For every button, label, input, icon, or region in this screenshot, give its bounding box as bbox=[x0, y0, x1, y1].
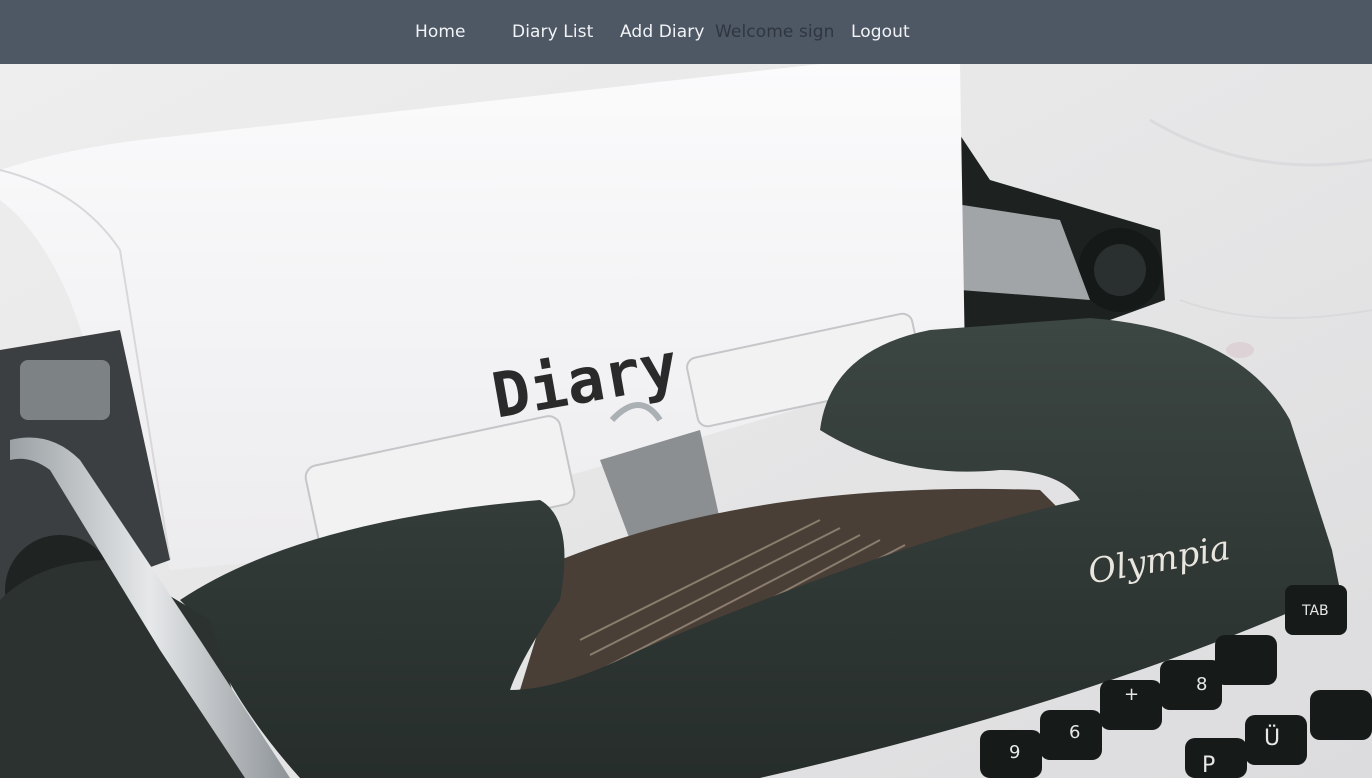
typewriter-photo: Diary Olympia TAB 8 Ü P 6 + 9 bbox=[0, 64, 1372, 778]
nav-link-diary-list[interactable]: Diary List bbox=[512, 0, 593, 64]
top-navbar: Home Diary List Add Diary Welcome sign L… bbox=[0, 0, 1372, 64]
key-label-u-umlaut: Ü bbox=[1264, 725, 1280, 751]
welcome-sign: Welcome sign bbox=[715, 22, 835, 42]
key-label-p: P bbox=[1202, 753, 1215, 778]
key-label-plus: + bbox=[1124, 684, 1139, 705]
key-label-tab: TAB bbox=[1301, 603, 1329, 619]
nav-link-home[interactable]: Home bbox=[415, 0, 466, 64]
key-label-6: 6 bbox=[1069, 722, 1080, 743]
nav-link-logout[interactable]: Logout bbox=[851, 0, 910, 64]
nav-link-add-diary[interactable]: Add Diary bbox=[620, 0, 705, 64]
key-label-8: 8 bbox=[1196, 674, 1207, 695]
hero-image: Diary Olympia TAB 8 Ü P 6 + 9 bbox=[0, 64, 1372, 778]
key-label-9: 9 bbox=[1009, 742, 1020, 763]
